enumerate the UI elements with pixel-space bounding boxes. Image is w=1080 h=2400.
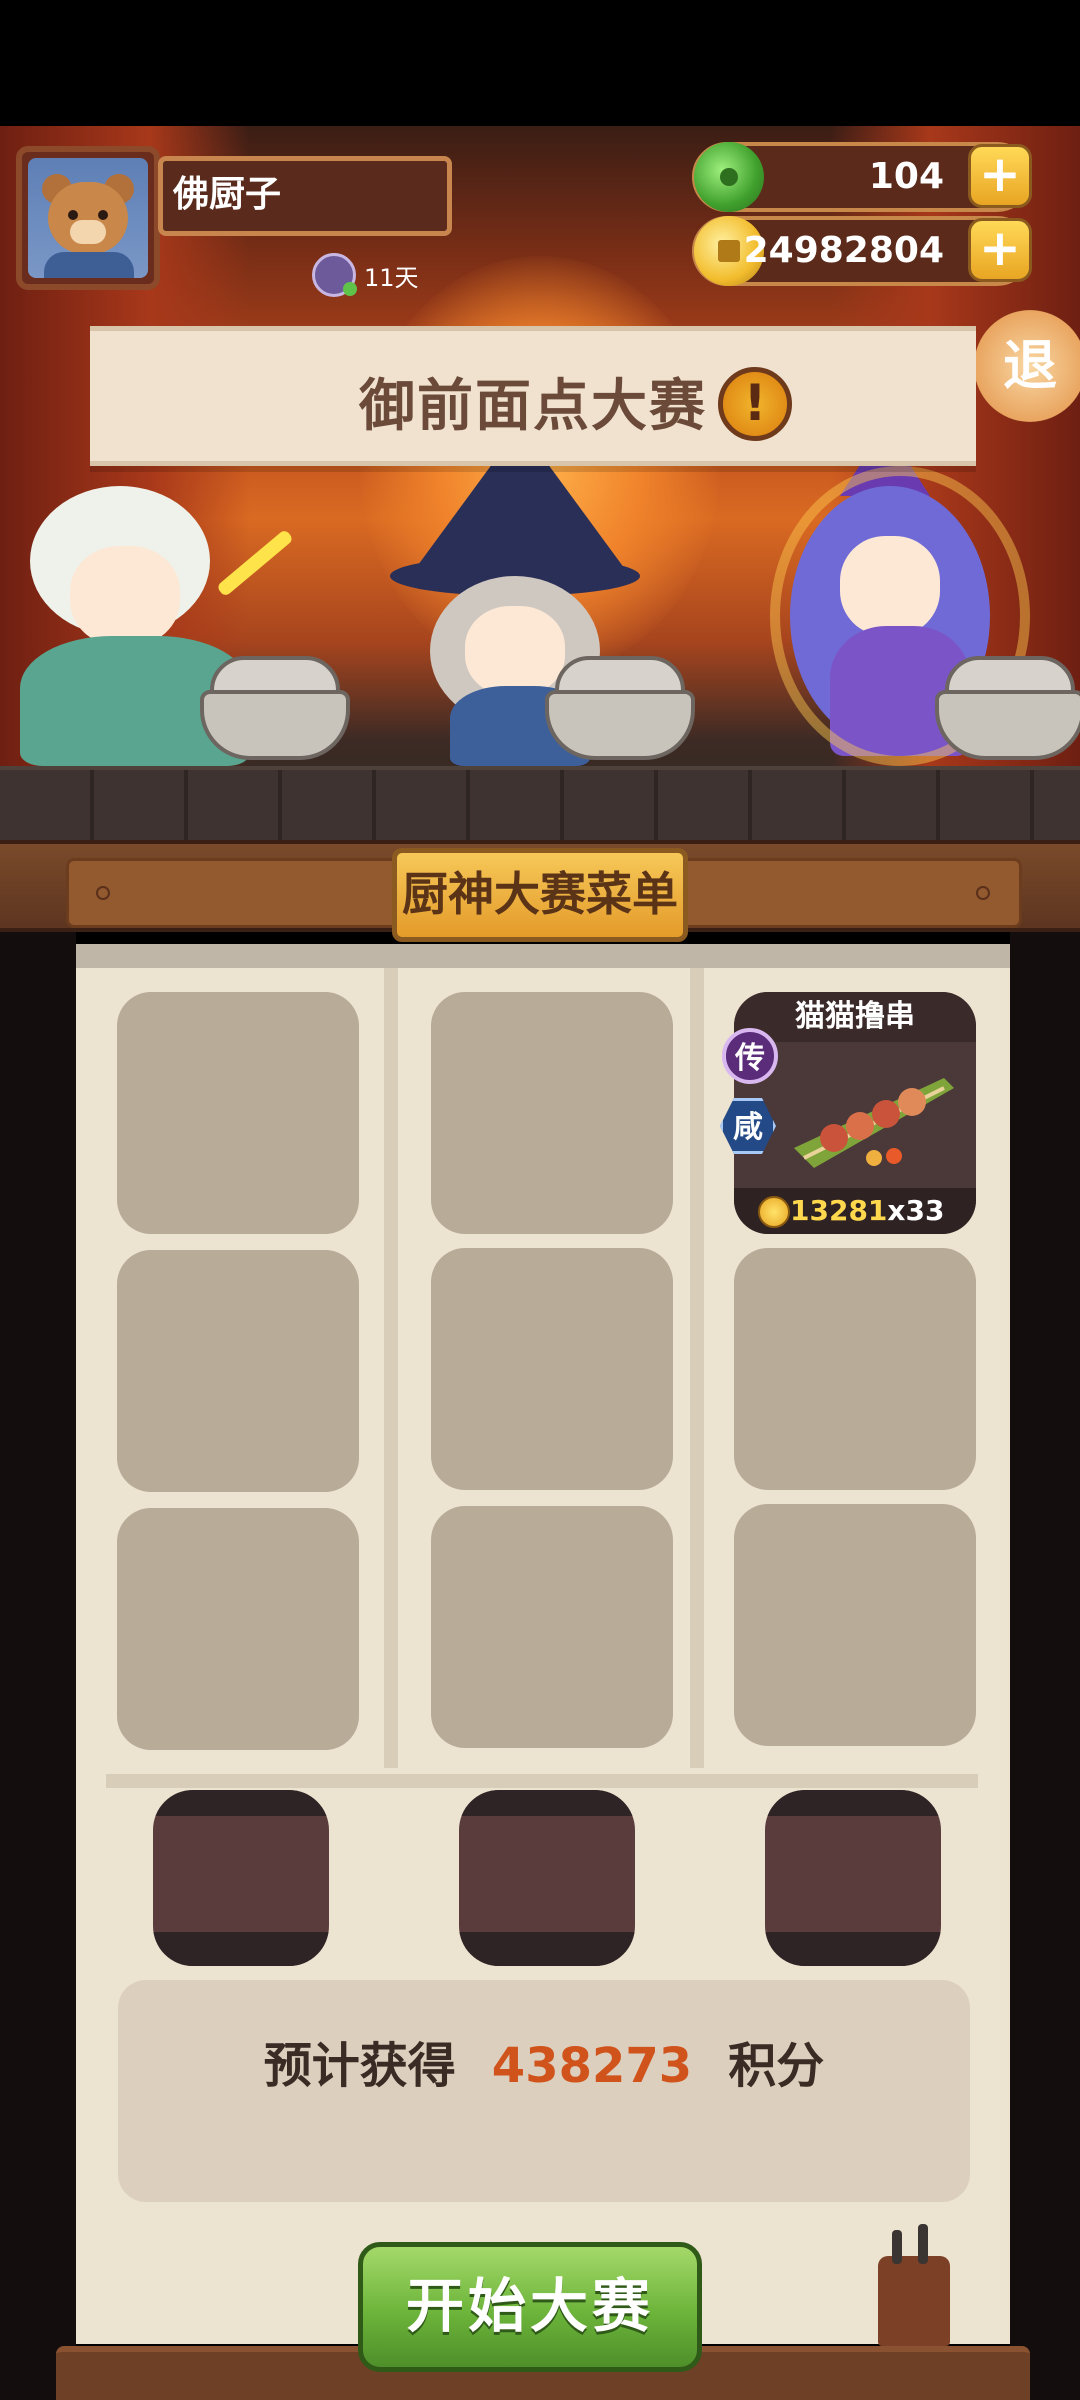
cooking-pot bbox=[200, 656, 350, 766]
character-mini-icon bbox=[312, 253, 357, 297]
days-label: 11天 bbox=[364, 263, 419, 292]
gold-coin-icon bbox=[758, 1196, 790, 1228]
stage-floor bbox=[0, 766, 1080, 840]
menu-slot-empty[interactable] bbox=[117, 1250, 359, 1492]
estimated-score-panel: 预计获得 438273 积分 bbox=[118, 1980, 970, 2202]
jade-coin-icon bbox=[694, 142, 764, 212]
bear-avatar-icon bbox=[28, 158, 148, 278]
menu-slot-empty[interactable] bbox=[431, 992, 673, 1234]
ingredient-slot[interactable] bbox=[153, 1790, 329, 1966]
score-prefix: 预计获得 bbox=[263, 2038, 456, 2094]
gold-currency: 24982804 + bbox=[692, 216, 1032, 286]
column-divider bbox=[690, 968, 704, 1768]
knife-block-icon bbox=[878, 2224, 950, 2346]
dish-name: 猫猫撸串 bbox=[734, 992, 976, 1042]
start-contest-button[interactable]: 开始大赛 bbox=[358, 2242, 702, 2372]
jade-currency: 104 + bbox=[692, 142, 1032, 212]
score-value: 438273 bbox=[491, 2038, 693, 2094]
exit-button[interactable]: 退 bbox=[974, 310, 1080, 422]
menu-slot-empty[interactable] bbox=[734, 1504, 976, 1746]
menu-slot-empty[interactable] bbox=[431, 1506, 673, 1748]
player-name: 佛厨子 bbox=[158, 156, 452, 236]
add-gold-button[interactable]: + bbox=[968, 218, 1032, 282]
menu-title: 厨神大赛菜单 bbox=[392, 848, 688, 942]
player-avatar[interactable] bbox=[16, 146, 160, 290]
cooking-pot bbox=[935, 656, 1080, 766]
dish-count: x33 bbox=[887, 1194, 945, 1227]
rarity-tag: 传 bbox=[722, 1028, 778, 1084]
dish-price: 13281 bbox=[790, 1194, 888, 1227]
cooking-pot bbox=[545, 656, 695, 766]
ingredient-slot[interactable] bbox=[765, 1790, 941, 1966]
menu-slot-empty[interactable] bbox=[431, 1248, 673, 1490]
menu-slot-dish[interactable]: 猫猫撸串 13281x33 bbox=[734, 992, 976, 1234]
menu-slot-empty[interactable] bbox=[734, 1248, 976, 1490]
ingredient-slot[interactable] bbox=[459, 1790, 635, 1966]
score-suffix: 积分 bbox=[728, 2038, 825, 2094]
dish-price-row: 13281x33 bbox=[734, 1188, 976, 1234]
add-jade-button[interactable]: + bbox=[968, 144, 1032, 208]
menu-shelf bbox=[106, 1774, 978, 1788]
info-alert-button[interactable]: ! bbox=[718, 367, 792, 441]
golden-blade bbox=[216, 528, 294, 598]
jade-value: 104 bbox=[868, 156, 944, 197]
contest-title: 御前面点大赛 bbox=[359, 374, 707, 439]
column-divider bbox=[384, 968, 398, 1768]
status-bar bbox=[0, 0, 1080, 126]
menu-slot-empty[interactable] bbox=[117, 1508, 359, 1750]
login-days[interactable]: 11天 bbox=[312, 250, 419, 300]
menu-slot-empty[interactable] bbox=[117, 992, 359, 1234]
gold-value: 24982804 bbox=[743, 230, 944, 271]
contest-banner: 御前面点大赛 ! bbox=[90, 326, 976, 466]
skewer-dish-icon bbox=[794, 1078, 954, 1168]
